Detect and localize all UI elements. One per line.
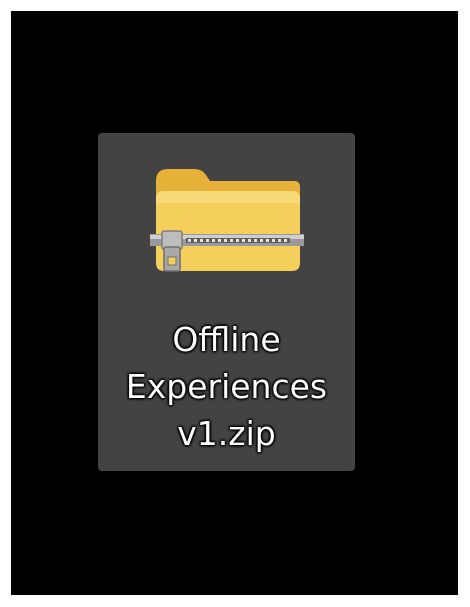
zip-file-item[interactable]: Offline Experiences v1.zip: [98, 133, 355, 471]
zip-folder-icon: [150, 169, 304, 272]
file-name-line-3: v1.zip: [177, 414, 276, 453]
file-name-line-1: Offline: [172, 320, 281, 359]
file-name-line-2: Experiences: [125, 367, 328, 406]
desktop: Offline Experiences v1.zip: [11, 11, 458, 595]
file-name-label: Offline Experiences v1.zip: [98, 316, 355, 457]
